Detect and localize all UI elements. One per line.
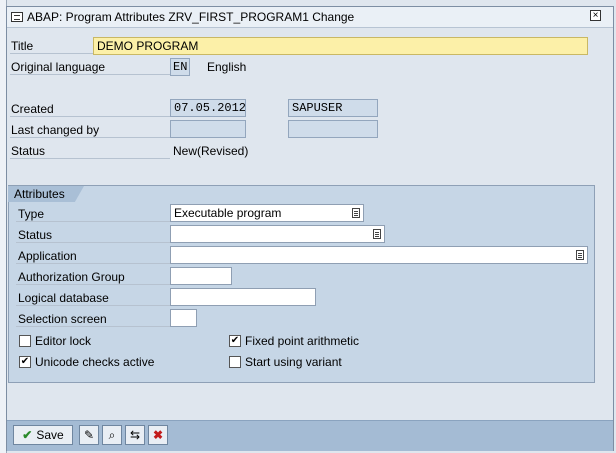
- label-underline: [16, 221, 170, 222]
- editor-lock-label: Editor lock: [35, 334, 92, 348]
- fixed-point-checkbox[interactable]: ✔: [229, 335, 241, 347]
- label-underline: [10, 158, 170, 159]
- label-underline: [10, 116, 170, 117]
- title-label: Title: [11, 39, 34, 53]
- dialog-toolbar: ✔ Save ✎ ⌕ ⇆ ✖: [7, 420, 613, 451]
- attr-status-label: Status: [18, 228, 53, 242]
- label-underline: [10, 53, 94, 54]
- program-attributes-dialog: ABAP: Program Attributes ZRV_FIRST_PROGR…: [6, 6, 614, 451]
- unicode-checks-checkbox[interactable]: ✔: [19, 356, 31, 368]
- status-label: Status: [11, 144, 46, 158]
- hierarchy-button[interactable]: ⇆: [125, 425, 145, 445]
- dialog-title: ABAP: Program Attributes ZRV_FIRST_PROGR…: [27, 10, 355, 24]
- application-label: Application: [18, 249, 77, 263]
- selection-screen-input[interactable]: [170, 309, 197, 327]
- type-dropdown[interactable]: Executable program: [170, 204, 364, 222]
- label-underline: [16, 326, 170, 327]
- title-input[interactable]: DEMO PROGRAM: [93, 37, 588, 55]
- save-button-label: Save: [36, 428, 64, 442]
- cancel-icon: ✖: [152, 428, 164, 442]
- label-underline: [16, 305, 170, 306]
- label-underline: [10, 137, 170, 138]
- dialog-titlebar: ABAP: Program Attributes ZRV_FIRST_PROGR…: [7, 7, 613, 28]
- cancel-button[interactable]: ✖: [148, 425, 168, 445]
- last-changed-label: Last changed by: [11, 123, 100, 137]
- status-dropdown[interactable]: [170, 225, 385, 243]
- original-language-code: EN: [170, 58, 190, 76]
- original-language-name: English: [207, 60, 247, 74]
- edit-button[interactable]: ✎: [79, 425, 99, 445]
- dropdown-list-icon[interactable]: [352, 208, 360, 218]
- created-date-field: 07.05.2012: [170, 99, 246, 117]
- window-icon: [11, 12, 23, 22]
- hierarchy-icon: ⇆: [129, 428, 141, 442]
- dropdown-list-icon[interactable]: [373, 229, 381, 239]
- authorization-group-label: Authorization Group: [18, 270, 125, 284]
- logical-database-input[interactable]: [170, 288, 316, 306]
- original-language-label: Original language: [11, 60, 106, 74]
- unicode-checks-label: Unicode checks active: [35, 355, 155, 369]
- last-changed-date-field: [170, 120, 246, 138]
- selection-screen-label: Selection screen: [18, 312, 107, 326]
- logical-database-label: Logical database: [18, 291, 109, 305]
- close-icon[interactable]: ×: [590, 10, 601, 21]
- label-underline: [10, 74, 170, 75]
- inspect-button[interactable]: ⌕: [102, 425, 122, 445]
- fixed-point-label: Fixed point arithmetic: [245, 334, 360, 348]
- start-variant-checkbox[interactable]: [229, 356, 241, 368]
- save-button[interactable]: ✔ Save: [13, 425, 73, 445]
- label-underline: [16, 284, 170, 285]
- label-underline: [16, 242, 170, 243]
- status-value: New(Revised): [173, 144, 249, 158]
- check-icon: ✔: [22, 428, 33, 442]
- edit-pencil-icon: ✎: [83, 428, 95, 442]
- type-value: Executable program: [174, 206, 282, 220]
- last-changed-user-field: [288, 120, 378, 138]
- label-underline: [16, 263, 170, 264]
- created-user-field: SAPUSER: [288, 99, 378, 117]
- type-label: Type: [18, 207, 45, 221]
- authorization-group-input[interactable]: [170, 267, 232, 285]
- editor-lock-checkbox[interactable]: [19, 335, 31, 347]
- created-label: Created: [11, 102, 54, 116]
- inspect-icon: ⌕: [108, 427, 116, 442]
- dropdown-list-icon[interactable]: [576, 250, 584, 260]
- application-dropdown[interactable]: [170, 246, 588, 264]
- start-variant-label: Start using variant: [245, 355, 342, 369]
- attributes-group-tab: Attributes: [8, 186, 84, 202]
